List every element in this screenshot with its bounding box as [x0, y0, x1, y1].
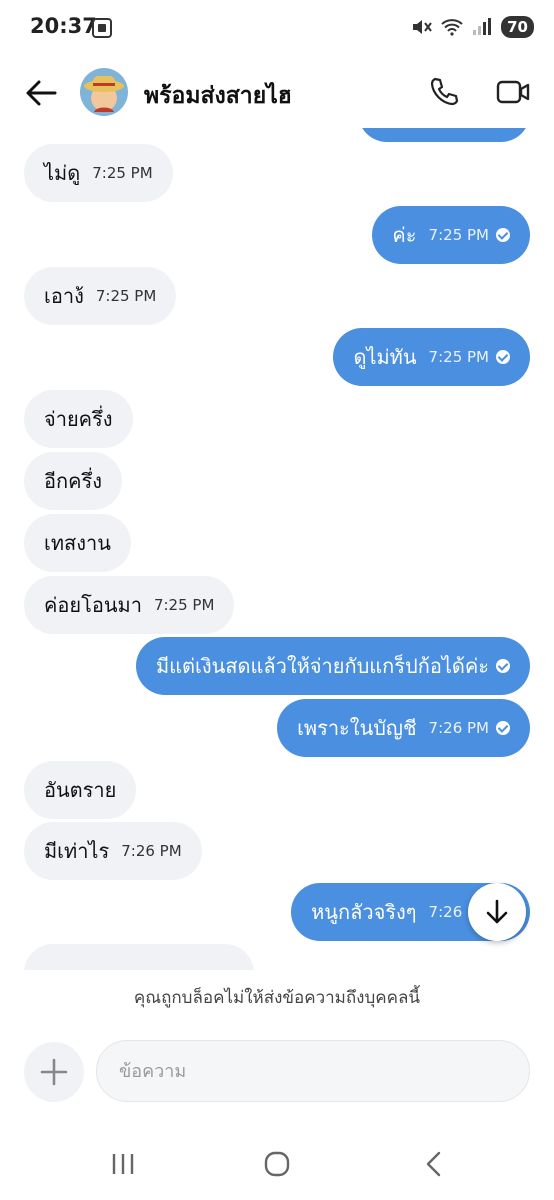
- message-time: 7:25 PM: [428, 226, 489, 244]
- scroll-to-bottom-button[interactable]: [468, 883, 526, 941]
- system-nav-bar: [0, 1130, 554, 1200]
- message-text: จ่ายครึ่ง: [44, 407, 113, 431]
- read-check-icon: [496, 350, 510, 364]
- read-check-icon: [496, 721, 510, 735]
- message-time: 7:25 PM: [428, 348, 489, 366]
- message-text: เพราะในบัญชี: [297, 716, 417, 740]
- message-bubble-incoming[interactable]: จ่ายครึ่ง: [24, 390, 133, 448]
- message-time: 7:25 PM: [153, 596, 215, 614]
- message-bubble-outgoing[interactable]: มีแต่เงินสดแล้วให้จ่ายกับแกร็ปก้อได้ค่ะ: [135, 637, 530, 695]
- chat-header: พร้อมส่งสายไฮ: [0, 58, 554, 128]
- recent-apps-icon[interactable]: [108, 1150, 138, 1178]
- read-check-icon: [496, 228, 510, 242]
- read-check-icon: [496, 659, 510, 673]
- message-text: เอาง้: [44, 284, 84, 308]
- message-text: อีกครึ่ง: [44, 469, 103, 493]
- message-bubble-outgoing[interactable]: ค่ะ 7:25 PM: [372, 206, 530, 264]
- mute-icon: [413, 20, 432, 34]
- message-input[interactable]: [96, 1040, 530, 1102]
- message-bubble-incoming[interactable]: มีเท่าไร 7:26 PM: [24, 822, 202, 880]
- status-time: 20:37: [30, 14, 97, 38]
- screen-capture-icon: [92, 18, 112, 38]
- message-bubble-incoming[interactable]: ไม่ดู 7:25 PM: [24, 144, 173, 202]
- blocked-notice: คุณถูกบล็อคไม่ให้ส่งข้อความถึงบุคคลนี้: [133, 988, 421, 1008]
- message-bubble-incoming[interactable]: ค่อยโอนมา 7:25 PM: [24, 576, 235, 634]
- message-bubble-incoming[interactable]: เอาง้ 7:25 PM: [24, 267, 177, 325]
- wifi-icon: [441, 19, 463, 36]
- message-text: มีเท่าไร: [44, 839, 110, 863]
- message-time: 7:25 PM: [92, 164, 153, 182]
- message-text: ค่ะ: [392, 223, 417, 247]
- message-time: 7:26 PM: [428, 719, 489, 737]
- message-text: มีแต่เงินสดแล้วให้จ่ายกับแกร็ปก้อได้ค่ะ: [155, 654, 489, 678]
- message-bubble-incoming[interactable]: เทสงาน: [24, 514, 131, 572]
- message-text: ดูไม่ทัน: [353, 345, 417, 369]
- contact-name[interactable]: พร้อมส่งสายไฮ: [144, 78, 292, 114]
- message-bubble-incoming-partial[interactable]: [24, 944, 254, 970]
- contact-avatar[interactable]: [80, 68, 128, 116]
- message-bubble-outgoing-partial[interactable]: [358, 128, 530, 142]
- message-text: ไม่ดู: [44, 161, 81, 185]
- message-text: อันตราย: [44, 778, 117, 802]
- message-time: 7:26 PM: [121, 842, 182, 860]
- battery-indicator: 70: [501, 16, 534, 38]
- message-text: ค่อยโอนมา: [44, 593, 142, 617]
- arrow-down-icon: [486, 899, 508, 924]
- plus-icon: [40, 1058, 68, 1086]
- status-icons: 70: [411, 16, 534, 38]
- message-list[interactable]: ไม่ดู 7:25 PM ค่ะ 7:25 PM เอาง้ 7:25 PM …: [0, 128, 554, 970]
- video-call-icon[interactable]: [496, 78, 530, 106]
- system-back-icon[interactable]: [420, 1150, 450, 1178]
- attach-button[interactable]: [24, 1042, 84, 1102]
- message-bubble-incoming[interactable]: อันตราย: [24, 761, 137, 819]
- home-icon[interactable]: [262, 1150, 292, 1178]
- back-arrow-icon[interactable]: [24, 78, 58, 108]
- message-time: 7:25 PM: [95, 287, 157, 305]
- phone-icon[interactable]: [428, 76, 460, 108]
- message-bubble-incoming[interactable]: อีกครึ่ง: [24, 452, 123, 510]
- status-bar: 20:37 70: [0, 0, 554, 58]
- message-bubble-outgoing[interactable]: เพราะในบัญชี 7:26 PM: [277, 699, 530, 757]
- message-text: หนูกลัวจริงๆ: [311, 900, 417, 924]
- signal-icon: [473, 18, 492, 35]
- message-text: เทสงาน: [44, 531, 111, 555]
- message-bubble-outgoing[interactable]: ดูไม่ทัน 7:25 PM: [333, 328, 530, 386]
